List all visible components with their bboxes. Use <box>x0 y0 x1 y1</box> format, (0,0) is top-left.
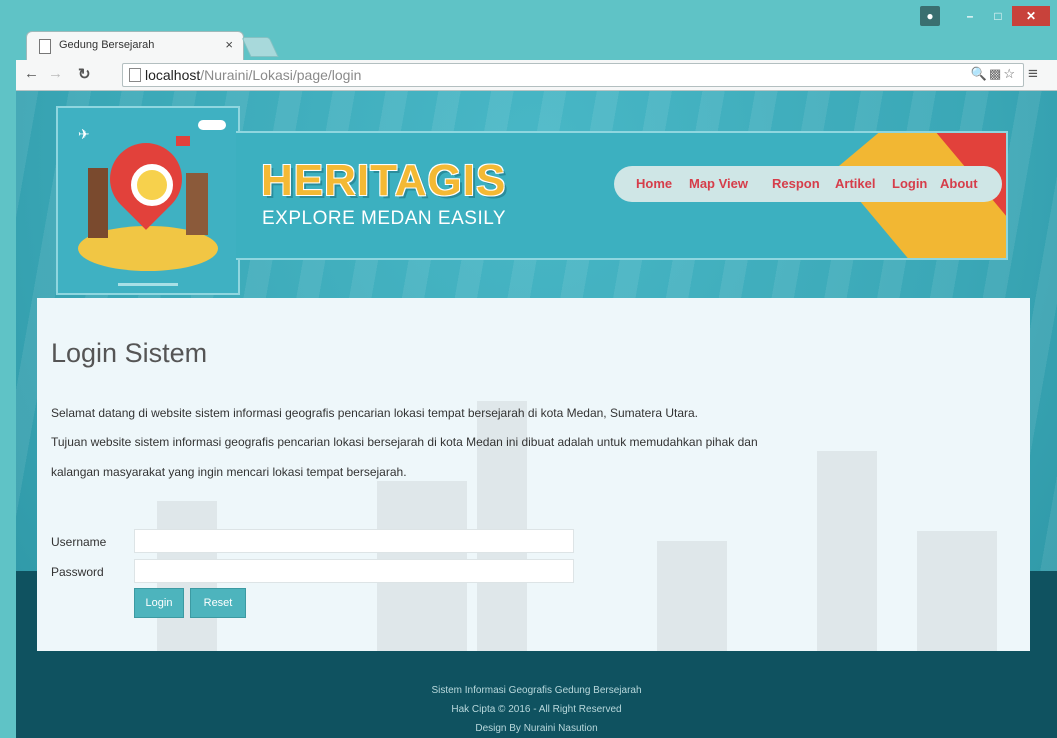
reload-icon[interactable]: ↻ <box>78 65 91 83</box>
content-panel: Login Sistem Selamat datang di website s… <box>37 298 1030 651</box>
browser-tab[interactable]: Gedung Bersejarah × <box>26 31 244 60</box>
brand-title: HERITAGIS <box>261 156 507 205</box>
password-label: Password <box>51 565 104 579</box>
minimize-icon[interactable]: – <box>956 6 984 26</box>
nav-artikel[interactable]: Artikel <box>835 176 875 191</box>
username-input[interactable] <box>134 529 574 553</box>
translate-icon[interactable]: ▩ <box>989 66 1003 81</box>
browser-menu-icon[interactable]: ≡ <box>1028 64 1038 84</box>
page-icon <box>129 68 141 82</box>
zoom-icon[interactable]: 🔍 <box>971 66 989 81</box>
intro-paragraph-line: kalangan masyarakat yang ingin mencari l… <box>51 465 407 479</box>
url-text[interactable]: localhost/Nuraini/Lokasi/page/login <box>145 67 361 83</box>
browser-toolbar: ← → ↻ localhost/Nuraini/Lokasi/page/logi… <box>16 60 1057 91</box>
intro-paragraph-line: Tujuan website sistem informasi geografi… <box>51 435 758 449</box>
nav-login[interactable]: Login <box>892 176 927 191</box>
maximize-icon[interactable]: □ <box>984 6 1012 26</box>
nav-respon[interactable]: Respon <box>772 176 820 191</box>
airplane-icon: ✈ <box>78 126 90 142</box>
cloud-icon <box>198 120 226 130</box>
reset-button[interactable]: Reset <box>190 588 246 618</box>
intro-paragraph-line: Selamat datang di website sistem informa… <box>51 406 698 420</box>
username-label: Username <box>51 535 107 549</box>
forward-icon[interactable]: → <box>48 65 63 82</box>
login-button[interactable]: Login <box>134 588 184 618</box>
nav-home[interactable]: Home <box>636 176 672 191</box>
back-icon[interactable]: ← <box>24 65 39 82</box>
browser-title-bar: Gedung Bersejarah × ● – □ ✕ <box>0 0 1057 60</box>
nav-map-view[interactable]: Map View <box>689 176 748 191</box>
footer-credit: Design By Nuraini Nasution <box>475 723 598 734</box>
tab-title: Gedung Bersejarah <box>59 39 155 51</box>
web-page: ✈ HERITAGIS EXPLORE MEDAN EASILY Home Ma… <box>16 91 1057 738</box>
close-window-icon[interactable]: ✕ <box>1012 6 1050 26</box>
brand-tagline: EXPLORE MEDAN EASILY <box>262 208 507 229</box>
new-tab-button[interactable] <box>241 37 279 57</box>
site-logo[interactable]: ✈ <box>56 106 240 295</box>
flag-icon <box>176 136 190 146</box>
address-bar[interactable]: localhost/Nuraini/Lokasi/page/login 🔍▩☆ <box>122 63 1024 87</box>
page-icon <box>39 39 51 54</box>
main-nav: Home Map View Respon Artikel Login About <box>614 166 1002 202</box>
footer-copyright: Hak Cipta © 2016 - All Right Reserved <box>451 704 622 715</box>
bookmark-star-icon[interactable]: ☆ <box>1003 66 1017 81</box>
footer-title: Sistem Informasi Geografis Gedung Bersej… <box>431 685 642 696</box>
password-input[interactable] <box>134 559 574 583</box>
page-title: Login Sistem <box>51 338 208 368</box>
nav-about[interactable]: About <box>940 176 978 191</box>
close-tab-icon[interactable]: × <box>225 37 233 52</box>
user-icon[interactable]: ● <box>920 6 940 26</box>
